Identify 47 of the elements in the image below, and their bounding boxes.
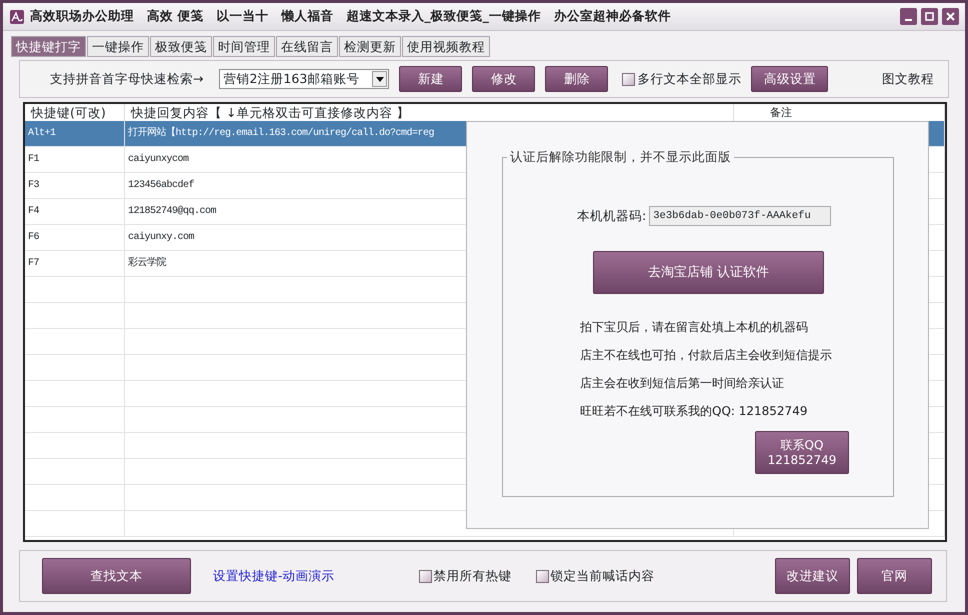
tutorial-link[interactable]: 图文教程: [882, 70, 934, 88]
toolbar-button[interactable]: 删除: [545, 66, 608, 92]
tab[interactable]: 时间管理: [213, 36, 275, 57]
dropdown-arrow-icon: [376, 76, 384, 82]
window-title: 高效职场办公助理 高效 便笺 以一当十 懒人福音 超速文本录入_极致便笺_一键操作 办公室超神必备软件: [30, 7, 671, 26]
demo-link[interactable]: 设置快捷键-动画演示: [213, 566, 335, 586]
minimize-icon: [905, 18, 912, 20]
hotkey-checkbox[interactable]: [418, 570, 432, 582]
tab[interactable]: 快捷键打字: [11, 36, 86, 57]
close-icon: [944, 10, 957, 23]
table-cell: F6: [25, 225, 125, 251]
table-cell: F1: [25, 147, 125, 173]
tab[interactable]: 使用视频教程: [402, 36, 490, 57]
machine-code-field[interactable]: 3e3b6dab-0e0b073f-AAAkefu: [649, 206, 832, 226]
multiline-label: 多行文本全部显示: [637, 70, 742, 88]
multiline-checkbox[interactable]: [622, 72, 636, 86]
instruction-text: 店主会在收到短信后第一时间给亲认证: [580, 375, 785, 392]
advanced-settings-button[interactable]: 高级设置: [751, 66, 828, 92]
table-cell: F7: [25, 251, 125, 277]
contact-qq-button[interactable]: 联系QQ 121852749: [755, 431, 849, 474]
table-cell: Alt+1: [25, 121, 125, 147]
app-icon: [9, 8, 25, 24]
footer-button[interactable]: 改进建议: [775, 558, 850, 594]
search-label: 支持拼音首字母快速检索→: [50, 70, 204, 88]
tab[interactable]: 在线留言: [276, 36, 338, 57]
minimize-button[interactable]: [900, 8, 917, 25]
instruction-text: 拍下宝贝后，请在留言处填上本机的机器码: [580, 319, 809, 336]
maximize-button[interactable]: [921, 8, 938, 25]
find-text-button[interactable]: 查找文本: [42, 558, 191, 594]
footer-button[interactable]: 官网: [857, 558, 932, 594]
toolbar-button[interactable]: 新建: [399, 66, 462, 92]
instruction-text: 旺旺若不在线可联系我的QQ: 121852749: [580, 403, 808, 420]
search-dropdown[interactable]: 营销2注册163邮箱账号: [219, 69, 390, 89]
table-cell: F4: [25, 199, 125, 225]
tab[interactable]: 一键操作: [87, 36, 149, 57]
tab[interactable]: 极致便笺: [150, 36, 212, 57]
tab[interactable]: 检测更新: [339, 36, 401, 57]
hotkey-label: 锁定当前喊话内容: [550, 566, 655, 585]
toolbar-button[interactable]: 修改: [472, 66, 536, 92]
hotkey-checkbox[interactable]: [536, 570, 549, 582]
maximize-icon: [923, 10, 936, 23]
machine-code-label: 本机机器码:: [577, 206, 646, 225]
shop-button[interactable]: 去淘宝店铺 认证软件: [593, 251, 824, 294]
close-button[interactable]: [942, 8, 959, 25]
hotkey-label: 禁用所有热键: [434, 566, 512, 585]
table-cell: F3: [25, 173, 125, 199]
instruction-text: 店主不在线也可拍，付款后店主会收到短信提示: [580, 347, 832, 364]
